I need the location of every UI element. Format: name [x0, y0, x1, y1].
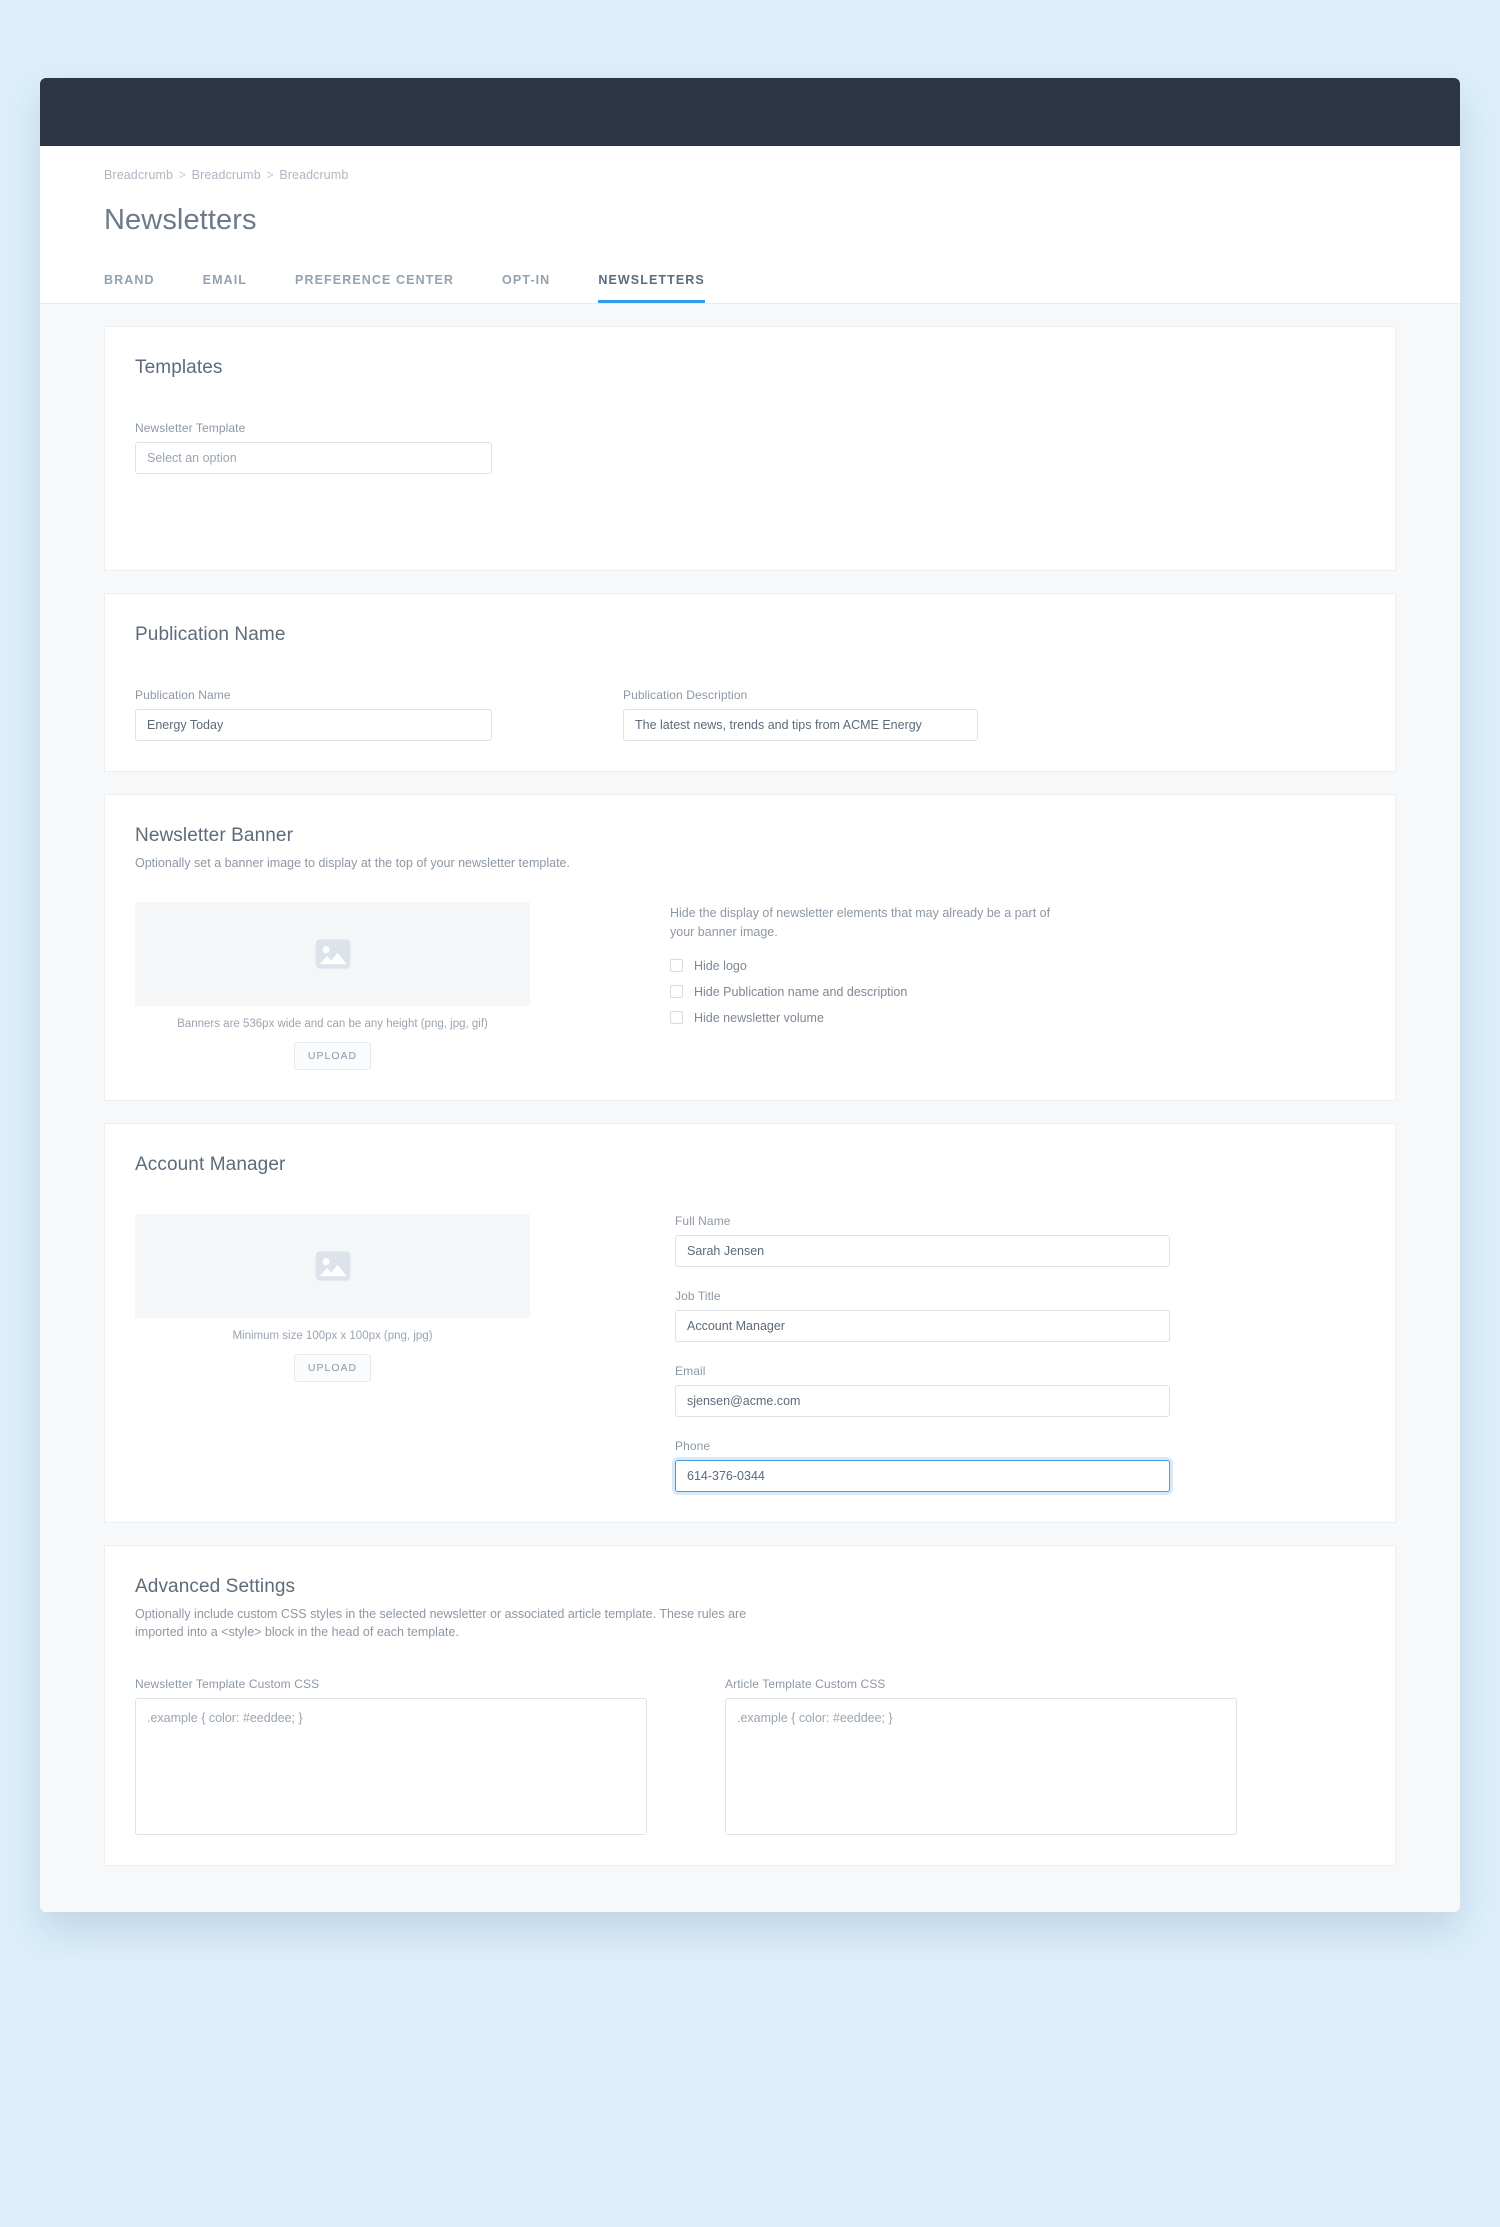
publication-card-title: Publication Name [135, 624, 286, 645]
checkbox-label-hide-volume: Hide newsletter volume [694, 1010, 824, 1025]
account-manager-card-body: Minimum size 100px x 100px (png, jpg) UP… [135, 1176, 1365, 1493]
tab-preference-center[interactable]: PREFERENCE CENTER [295, 265, 454, 303]
banner-options-description: Hide the display of newsletter elements … [670, 906, 1051, 939]
newsletter-template-label: Newsletter Template [135, 421, 246, 435]
account-manager-card: Account Manager Minimum size 100px x 100… [104, 1123, 1396, 1524]
advanced-settings-card-body: Newsletter Template Custom CSS .example … [135, 1641, 1365, 1836]
account-manager-avatar-column: Minimum size 100px x 100px (png, jpg) UP… [135, 1214, 530, 1492]
tab-brand[interactable]: BRAND [104, 265, 155, 303]
checkbox-label-hide-logo: Hide logo [694, 958, 747, 973]
full-name-input[interactable]: Sarah Jensen [675, 1235, 1170, 1268]
email-input[interactable]: sjensen@acme.com [675, 1385, 1170, 1418]
article-css-field: Article Template Custom CSS .example { c… [725, 1677, 1237, 1836]
account-manager-card-title: Account Manager [135, 1154, 286, 1176]
publication-description-field: Publication Description The latest news,… [623, 688, 978, 741]
breadcrumb-item-1[interactable]: Breadcrumb [104, 168, 173, 182]
banner-upload-column: Banners are 536px wide and can be any he… [135, 902, 530, 1071]
page-title: Newsletters [104, 204, 257, 236]
publication-card-body: Publication Name Energy Today Publicatio… [135, 646, 1365, 741]
full-name-label: Full Name [675, 1214, 731, 1229]
publication-description-input[interactable]: The latest news, trends and tips from AC… [623, 709, 978, 741]
full-name-field: Full Name Sarah Jensen [675, 1214, 1170, 1268]
publication-name-label: Publication Name [135, 688, 231, 702]
phone-label: Phone [675, 1439, 711, 1454]
phone-input[interactable]: 614-376-0344 [675, 1460, 1170, 1493]
tab-bar: BRAND EMAIL PREFERENCE CENTER OPT-IN NEW… [104, 265, 1396, 303]
page-header: Breadcrumb > Breadcrumb > Breadcrumb New… [40, 146, 1460, 304]
layout-spacer [492, 688, 623, 741]
templates-card: Templates Newsletter Template Select an … [104, 326, 1396, 571]
banner-options-column: Hide the display of newsletter elements … [670, 902, 1130, 1070]
email-field: Email sjensen@acme.com [675, 1364, 1170, 1418]
breadcrumb-item-2[interactable]: Breadcrumb [192, 168, 261, 182]
banner-card-body: Banners are 536px wide and can be any he… [135, 902, 1365, 1071]
breadcrumb-item-3[interactable]: Breadcrumb [279, 168, 348, 182]
breadcrumb-separator: > [266, 168, 274, 182]
avatar-upload-button-wrap: UPLOAD [135, 1354, 530, 1383]
newsletter-template-field: Newsletter Template Select an option [135, 421, 492, 474]
account-manager-fields-column: Full Name Sarah Jensen Job Title Account… [675, 1214, 1170, 1493]
banner-card-title: Newsletter Banner [135, 825, 293, 846]
advanced-settings-card-title: Advanced Settings [135, 1576, 296, 1598]
checkbox-row-hide-publication[interactable]: Hide Publication name and description [670, 985, 1130, 999]
tab-newsletters[interactable]: NEWSLETTERS [598, 265, 705, 303]
article-css-label: Article Template Custom CSS [725, 1677, 886, 1692]
app-window: Breadcrumb > Breadcrumb > Breadcrumb New… [40, 78, 1460, 1913]
templates-card-body: Newsletter Template Select an option [135, 379, 1365, 540]
newsletter-css-field: Newsletter Template Custom CSS .example … [135, 1677, 647, 1836]
page-root: Breadcrumb > Breadcrumb > Breadcrumb New… [0, 0, 1500, 2227]
tab-opt-in[interactable]: OPT-IN [502, 265, 550, 303]
newsletter-css-label: Newsletter Template Custom CSS [135, 1677, 320, 1692]
job-title-field: Job Title Account Manager [675, 1289, 1170, 1343]
image-placeholder-icon [315, 1251, 350, 1281]
banner-card-subtitle: Optionally set a banner image to display… [135, 856, 570, 870]
publication-card: Publication Name Publication Name Energy… [104, 593, 1396, 772]
newsletter-template-select[interactable]: Select an option [135, 442, 492, 474]
publication-description-label: Publication Description [623, 688, 748, 702]
job-title-input[interactable]: Account Manager [675, 1310, 1170, 1343]
publication-name-field: Publication Name Energy Today [135, 688, 492, 741]
image-placeholder-icon [315, 939, 350, 969]
top-navigation-bar [40, 78, 1460, 146]
checkbox-hide-volume[interactable] [670, 1011, 683, 1025]
checkbox-row-hide-logo[interactable]: Hide logo [670, 959, 1130, 973]
avatar-size-hint: Minimum size 100px x 100px (png, jpg) [232, 1330, 433, 1343]
job-title-label: Job Title [675, 1289, 721, 1304]
email-label: Email [675, 1364, 706, 1379]
page-content: Templates Newsletter Template Select an … [40, 304, 1460, 1913]
layout-spacer [647, 1677, 725, 1835]
breadcrumb: Breadcrumb > Breadcrumb > Breadcrumb [104, 168, 1396, 182]
checkbox-label-hide-publication: Hide Publication name and description [694, 984, 908, 999]
advanced-settings-card-subtitle: Optionally include custom CSS styles in … [135, 1607, 747, 1640]
banner-image-dropzone[interactable] [135, 902, 530, 1007]
breadcrumb-separator: > [178, 168, 187, 182]
checkbox-hide-logo[interactable] [670, 959, 683, 973]
checkbox-hide-publication[interactable] [670, 985, 683, 999]
tab-email[interactable]: EMAIL [203, 265, 247, 303]
account-manager-avatar-dropzone[interactable] [135, 1214, 530, 1319]
phone-field: Phone 614-376-0344 [675, 1439, 1170, 1493]
newsletter-css-textarea[interactable]: .example { color: #eeddee; } [135, 1698, 647, 1836]
article-css-textarea[interactable]: .example { color: #eeddee; } [725, 1698, 1237, 1836]
publication-name-input[interactable]: Energy Today [135, 709, 492, 741]
banner-card: Newsletter Banner Optionally set a banne… [104, 794, 1396, 1102]
checkbox-row-hide-volume[interactable]: Hide newsletter volume [670, 1011, 1130, 1025]
banner-size-hint: Banners are 536px wide and can be any he… [177, 1018, 488, 1031]
avatar-upload-button[interactable]: UPLOAD [293, 1354, 372, 1383]
banner-upload-button[interactable]: UPLOAD [293, 1042, 372, 1071]
templates-card-title: Templates [135, 357, 223, 378]
banner-upload-button-wrap: UPLOAD [135, 1042, 530, 1071]
advanced-settings-card: Advanced Settings Optionally include cus… [104, 1545, 1396, 1867]
